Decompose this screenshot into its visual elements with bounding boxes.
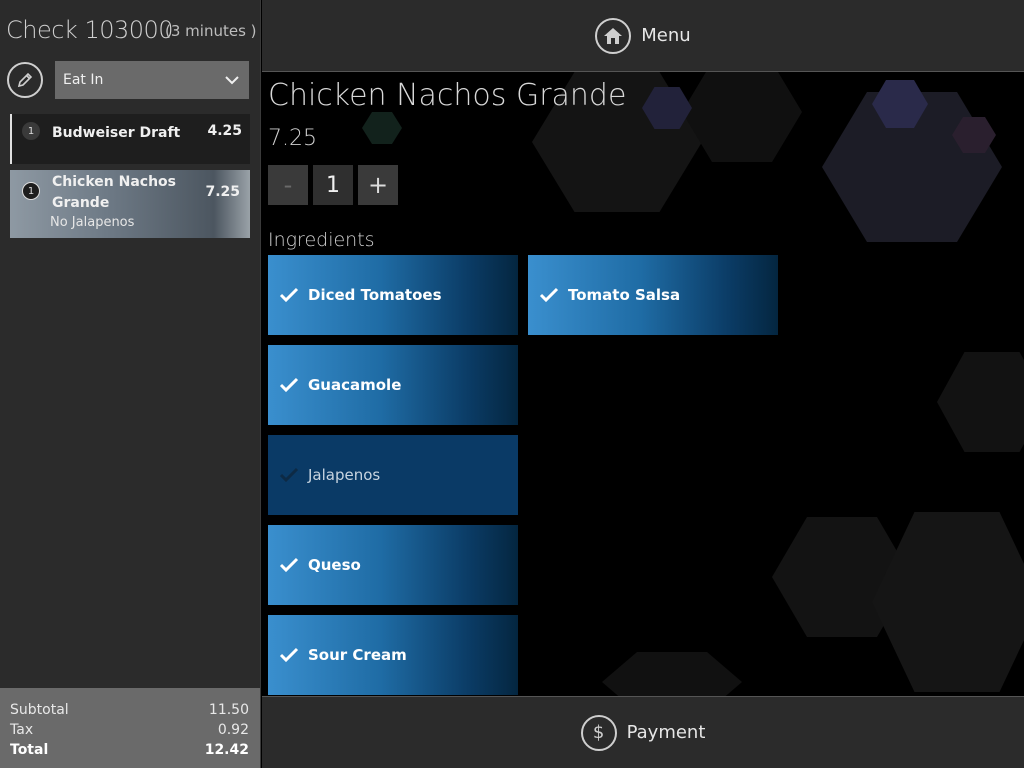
checkmark-icon (538, 284, 560, 306)
checkmark-icon (278, 644, 300, 666)
background-hexagon (937, 352, 1024, 452)
check-title: Check 103000 (6, 16, 174, 44)
edit-check-button[interactable] (7, 62, 43, 98)
pos-screen: Check 103000 (3 minutes ) Eat In 1 Budwe… (0, 0, 1024, 768)
menu-label: Menu (641, 25, 691, 46)
checkmark-icon (278, 374, 300, 396)
checkmark-icon (278, 554, 300, 576)
quantity-value: 1 (313, 165, 353, 205)
payment-label: Payment (626, 722, 706, 743)
checkmark-icon (278, 284, 300, 306)
tax-value: 0.92 (217, 722, 249, 738)
top-bar: Menu (262, 0, 1024, 72)
item-quantity-badge: 1 (22, 182, 40, 200)
ingredients-heading: Ingredients (268, 229, 375, 251)
bottom-bar: $ Payment (262, 696, 1024, 768)
subtotal-row: Subtotal 11.50 (10, 700, 249, 720)
order-item-selected[interactable]: 1 Chicken Nachos Grande 7.25 No Jalapeno… (10, 170, 250, 238)
ingredient-toggle-queso[interactable]: Queso (268, 525, 518, 605)
chevron-down-icon (225, 76, 239, 85)
quantity-stepper: - 1 + (268, 165, 398, 205)
check-panel: Check 103000 (3 minutes ) Eat In 1 Budwe… (0, 0, 261, 768)
tax-label: Tax (10, 722, 34, 738)
background-hexagon (872, 512, 1024, 692)
total-value: 12.42 (204, 742, 249, 758)
background-hexagon (682, 72, 802, 162)
decrease-quantity-button[interactable]: - (268, 165, 308, 205)
total-row: Total 12.42 (10, 740, 249, 760)
ingredient-label: Jalapenos (308, 466, 381, 484)
ingredient-toggle-diced-tomatoes[interactable]: Diced Tomatoes (268, 255, 518, 335)
order-item[interactable]: 1 Budweiser Draft 4.25 (10, 114, 250, 164)
ingredient-label: Queso (308, 556, 361, 574)
background-hexagon (362, 112, 402, 144)
dining-option-select[interactable]: Eat In (55, 61, 249, 99)
check-elapsed-time: (3 minutes ) (165, 22, 257, 40)
checkmark-icon (278, 464, 300, 486)
ingredient-label: Guacamole (308, 376, 402, 394)
ingredient-label: Diced Tomatoes (308, 286, 442, 304)
payment-button[interactable]: $ Payment (580, 714, 706, 751)
tax-row: Tax 0.92 (10, 720, 249, 740)
ingredient-toggle-jalapenos[interactable]: Jalapenos (268, 435, 518, 515)
product-name: Chicken Nachos Grande (268, 78, 627, 113)
ingredient-label: Sour Cream (308, 646, 407, 664)
total-label: Total (10, 742, 49, 758)
ingredient-label: Tomato Salsa (568, 286, 681, 304)
background-hexagon (602, 652, 742, 696)
item-name: Chicken Nachos Grande (52, 174, 176, 211)
totals-panel: Subtotal 11.50 Tax 0.92 Total 12.42 (0, 688, 260, 768)
item-price: 4.25 (207, 123, 242, 139)
home-icon (595, 17, 632, 54)
pencil-icon (17, 72, 33, 88)
increase-quantity-button[interactable]: + (358, 165, 398, 205)
item-price: 7.25 (205, 184, 240, 200)
subtotal-label: Subtotal (10, 702, 69, 718)
ingredient-toggle-sour-cream[interactable]: Sour Cream (268, 615, 518, 695)
subtotal-value: 11.50 (208, 702, 249, 718)
ingredient-toggle-tomato-salsa[interactable]: Tomato Salsa (528, 255, 778, 335)
dining-option-value: Eat In (63, 72, 104, 88)
menu-button[interactable]: Menu (595, 17, 691, 54)
dollar-icon: $ (580, 714, 617, 751)
product-price: 7.25 (268, 126, 317, 151)
item-modifier: No Jalapenos (50, 215, 135, 230)
item-quantity-badge: 1 (22, 122, 40, 140)
ingredient-toggle-guacamole[interactable]: Guacamole (268, 345, 518, 425)
order-item-list: 1 Budweiser Draft 4.25 1 Chicken Nachos … (10, 114, 250, 238)
item-name: Budweiser Draft (52, 125, 181, 141)
item-detail-area: Chicken Nachos Grande 7.25 - 1 + Ingredi… (262, 72, 1024, 696)
